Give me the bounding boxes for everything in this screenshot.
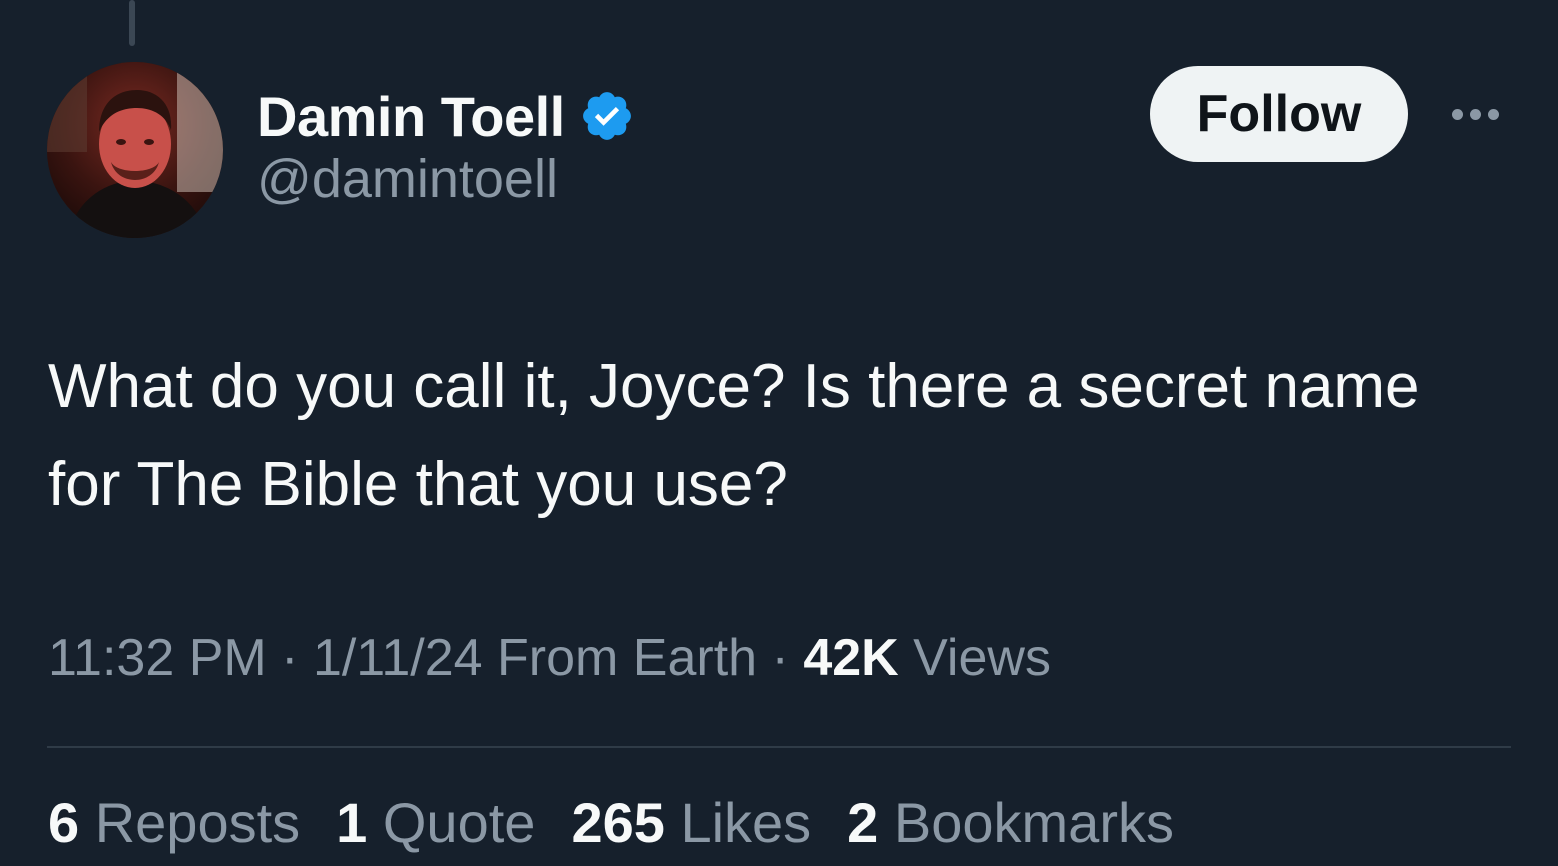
quotes-label: Quote: [382, 791, 536, 854]
name-row: Damin Toell: [257, 78, 635, 154]
bookmarks-stat[interactable]: 2 Bookmarks: [847, 790, 1174, 855]
views-label: Views: [913, 629, 1051, 687]
tweet-text: What do you call it, Joyce? Is there a s…: [48, 352, 1420, 519]
meta-spacer: [483, 629, 497, 687]
quotes-stat[interactable]: 1 Quote: [336, 790, 535, 855]
quotes-count: 1: [336, 791, 368, 854]
likes-label: Likes: [680, 791, 812, 854]
tweet-source: From Earth: [497, 629, 758, 687]
display-name[interactable]: Damin Toell: [257, 84, 565, 149]
more-dot: [1451, 108, 1463, 120]
tweet-metadata: 11:32 PM · 1/11/24 From Earth · 42K View…: [48, 628, 1051, 688]
engagement-stats: 6 Reposts 1 Quote 265 Likes 2 Bookmarks: [48, 790, 1174, 855]
divider: [47, 746, 1511, 748]
avatar[interactable]: [47, 62, 223, 238]
more-dot: [1469, 108, 1481, 120]
meta-separator: ·: [266, 629, 313, 687]
likes-count: 265: [571, 791, 665, 854]
author-block: Damin Toell @damintoell: [257, 78, 635, 210]
verified-badge-icon[interactable]: [579, 88, 635, 144]
follow-button[interactable]: Follow: [1150, 66, 1408, 162]
reposts-label: Reposts: [94, 791, 301, 854]
thread-connector-line: [129, 0, 135, 46]
more-dot: [1487, 108, 1499, 120]
reposts-stat[interactable]: 6 Reposts: [48, 790, 300, 855]
more-options-icon[interactable]: [1440, 92, 1510, 136]
views-count: 42K: [803, 629, 899, 687]
meta-spacer: [899, 629, 913, 687]
bookmarks-label: Bookmarks: [893, 791, 1174, 854]
likes-stat[interactable]: 265 Likes: [571, 790, 811, 855]
tweet-detail: Damin Toell @damintoell Follow What do y…: [0, 0, 1558, 866]
meta-separator: ·: [757, 629, 804, 687]
user-handle[interactable]: @damintoell: [257, 148, 635, 210]
tweet-date[interactable]: 1/11/24: [313, 629, 483, 687]
reposts-count: 6: [48, 791, 80, 854]
bookmarks-count: 2: [847, 791, 879, 854]
tweet-time[interactable]: 11:32 PM: [48, 629, 267, 687]
